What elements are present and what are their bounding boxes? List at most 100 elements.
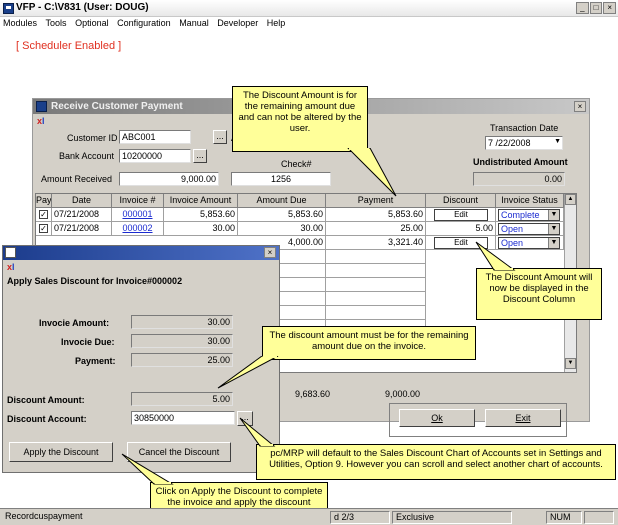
discount-amount-field: 5.00	[131, 392, 233, 406]
invoice-link[interactable]: 000001	[112, 208, 164, 222]
callout-default-account: pc/MRP will default to the Sales Discoun…	[256, 444, 616, 480]
scheduler-status: [ Scheduler Enabled ]	[16, 40, 122, 52]
column-header-amount-due[interactable]: Amount Due	[238, 194, 326, 208]
callout-pointer	[217, 356, 279, 389]
status-empty-panel	[584, 511, 614, 524]
callout-pointer	[239, 417, 276, 447]
invoice-due-label: Invocie Due:	[61, 337, 115, 347]
customer-lookup-button[interactable]: ...	[213, 130, 227, 144]
menu-developer[interactable]: Developer	[214, 17, 261, 29]
menu-tools[interactable]: Tools	[43, 17, 70, 29]
row-date: 07/21/2008	[52, 208, 112, 222]
customer-id-label: Customer ID	[67, 133, 118, 143]
menu-help[interactable]: Help	[264, 17, 289, 29]
close-icon[interactable]: ×	[603, 2, 617, 14]
invoice-link[interactable]: 000002	[112, 222, 164, 236]
undistributed-amount-field: 0.00	[473, 172, 565, 186]
chevron-down-icon: ▼	[548, 210, 559, 220]
empty-cell	[326, 264, 426, 278]
invoice-status-select[interactable]: Open ▼	[498, 223, 560, 235]
callout-pointer	[475, 241, 516, 271]
total-payment: 9,000.00	[385, 389, 421, 399]
total-amount-due: 9,683.60	[295, 389, 331, 399]
window-controls: _ □ ×	[576, 2, 617, 15]
scroll-up-icon[interactable]: ▲	[565, 194, 576, 205]
column-header-discount[interactable]: Discount	[426, 194, 496, 208]
dialog-window-icon	[5, 247, 16, 258]
empty-cell	[326, 292, 426, 306]
menu-bar: Modules Tools Optional Configuration Man…	[0, 17, 618, 31]
menu-modules[interactable]: Modules	[0, 17, 40, 29]
exit-button[interactable]: Exit	[485, 409, 561, 427]
row-date: 07/21/2008	[52, 222, 112, 236]
discount-account-label: Discount Account:	[7, 414, 87, 424]
amount-received-label: Amount Received	[41, 174, 113, 184]
column-header-invoice-status[interactable]: Invoice Status	[496, 194, 564, 208]
status-form-name: Recordcuspayment	[5, 511, 83, 521]
ok-button[interactable]: Ok	[399, 409, 475, 427]
discount-edit-button[interactable]: Edit	[434, 209, 488, 221]
status-mode: Exclusive	[392, 511, 512, 524]
menu-optional[interactable]: Optional	[72, 17, 112, 29]
transaction-date-label: Transaction Date	[490, 123, 559, 133]
bank-account-label: Bank Account	[59, 151, 115, 161]
empty-cell	[326, 250, 426, 264]
check-number-field[interactable]: 1256	[231, 172, 331, 186]
transaction-date-field[interactable]: 7 /22/2008 ▼	[485, 136, 563, 150]
bank-account-field[interactable]: 10200000	[119, 149, 191, 163]
export-excel-icon[interactable]: xl	[37, 116, 45, 126]
row-invoice-amount: 30.00	[164, 222, 238, 236]
dialog-title-bar	[3, 246, 279, 260]
export-excel-icon[interactable]: xl	[7, 262, 15, 272]
menu-manual[interactable]: Manual	[176, 17, 212, 29]
column-header-invoice[interactable]: Invoice #	[112, 194, 164, 208]
scroll-down-icon[interactable]: ▼	[565, 358, 576, 369]
row-amount-due: 5,853.60	[238, 208, 326, 222]
pay-checkbox[interactable]: ✓	[39, 224, 48, 233]
column-header-date[interactable]: Date	[52, 194, 112, 208]
maximize-icon[interactable]: □	[589, 2, 603, 14]
column-header-pay[interactable]: Pay	[36, 194, 52, 208]
row-amount-due: 30.00	[238, 222, 326, 236]
amount-received-field[interactable]: 9,000.00	[119, 172, 219, 186]
minimize-icon[interactable]: _	[576, 2, 589, 14]
row-payment[interactable]: 3,321.40	[326, 236, 426, 250]
undistributed-amount-label: Undistributed Amount	[473, 157, 568, 167]
check-number-label: Check#	[281, 159, 312, 169]
invoice-amount-field: 30.00	[131, 315, 233, 329]
callout-discount-column: The Discount Amount will now be displaye…	[476, 268, 602, 320]
empty-cell	[326, 306, 426, 320]
invoice-amount-label: Invocie Amount:	[39, 318, 110, 328]
pay-checkbox[interactable]: ✓	[39, 210, 48, 219]
status-record-position: d 2/3	[330, 511, 390, 524]
chevron-down-icon: ▼	[548, 238, 559, 248]
chevron-down-icon: ▼	[548, 224, 559, 234]
status-num-lock: NUM	[546, 511, 582, 524]
callout-pointer	[347, 148, 397, 197]
payment-label: Payment:	[75, 356, 116, 366]
bank-account-lookup-button[interactable]: ...	[193, 149, 207, 163]
column-header-invoice-amount[interactable]: Invoice Amount	[164, 194, 238, 208]
receive-payment-title: Receive Customer Payment	[51, 101, 183, 112]
invoice-due-field: 30.00	[131, 334, 233, 348]
app-title: VFP - C:\V831 (User: DOUG)	[16, 2, 149, 13]
app-title-bar: VFP - C:\V831 (User: DOUG)	[0, 0, 618, 17]
menu-configuration[interactable]: Configuration	[114, 17, 174, 29]
close-icon[interactable]: ×	[574, 101, 586, 112]
empty-cell	[326, 278, 426, 292]
app-logo-icon	[3, 3, 14, 14]
close-icon[interactable]: ×	[264, 247, 276, 258]
invoice-status-select[interactable]: Complete ▼	[498, 209, 560, 221]
row-discount-value: 5.00	[426, 222, 496, 236]
callout-pointer	[121, 453, 174, 485]
apply-discount-button[interactable]: Apply the Discount	[9, 442, 113, 462]
row-payment[interactable]: 5,853.60	[326, 208, 426, 222]
dialog-title: Apply Sales Discount for Invoice#000002	[7, 276, 183, 286]
window-icon	[36, 101, 47, 112]
callout-discount-not-editable: The Discount Amount is for the remaining…	[232, 86, 368, 152]
row-payment[interactable]: 25.00	[326, 222, 426, 236]
status-bar: Recordcuspayment d 2/3 Exclusive NUM	[0, 508, 618, 525]
row-invoice-amount: 5,853.60	[164, 208, 238, 222]
discount-account-field[interactable]: 30850000	[131, 411, 235, 425]
customer-id-field[interactable]: ABC001	[119, 130, 191, 144]
